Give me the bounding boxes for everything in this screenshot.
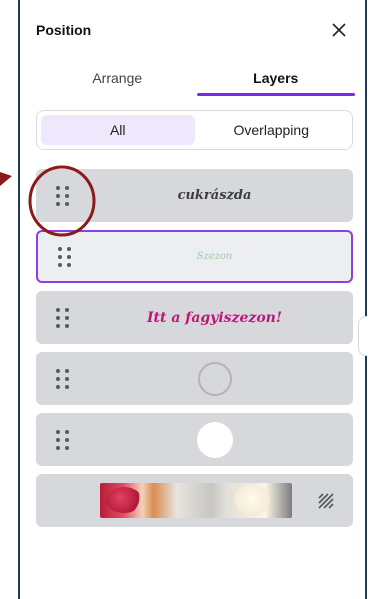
- tab-layers[interactable]: Layers: [196, 60, 356, 96]
- drag-handle-icon[interactable]: [56, 368, 70, 389]
- ring-shape-icon: [197, 361, 232, 396]
- close-button[interactable]: [327, 18, 351, 42]
- background-pattern-icon: [318, 492, 334, 509]
- position-panel: Position Arrange Layers All Overlapping …: [18, 0, 367, 599]
- layer-preview-text: cukrászda: [177, 188, 252, 203]
- panel-header: Position: [36, 14, 351, 46]
- layer-list: cukrászda Szezon Itt a fagyiszezon!: [36, 169, 353, 535]
- layer-preview-text: Szezon: [196, 251, 233, 262]
- circle-shape-icon: [196, 421, 233, 458]
- panel-collapse-handle[interactable]: [358, 316, 367, 356]
- filter-overlapping-button[interactable]: Overlapping: [195, 115, 349, 145]
- drag-handle-icon[interactable]: [56, 185, 70, 206]
- layer-filter: All Overlapping: [36, 110, 353, 150]
- tab-arrange[interactable]: Arrange: [38, 60, 197, 96]
- panel-title: Position: [36, 22, 92, 38]
- layer-item[interactable]: Itt a fagyiszezon!: [36, 291, 353, 344]
- layer-item-selected[interactable]: Szezon: [36, 230, 353, 283]
- layer-preview-text: Itt a fagyiszezon!: [147, 309, 282, 326]
- drag-handle-icon[interactable]: [58, 246, 72, 267]
- filter-all-button[interactable]: All: [41, 115, 195, 145]
- layer-item-background[interactable]: [36, 474, 353, 527]
- layer-item[interactable]: [36, 413, 353, 466]
- drag-handle-icon[interactable]: [56, 429, 70, 450]
- drag-handle-icon[interactable]: [56, 307, 70, 328]
- close-icon: [332, 23, 346, 37]
- panel-tabs: Arrange Layers: [38, 60, 355, 96]
- layer-item[interactable]: cukrászda: [36, 169, 353, 222]
- annotation-arrow-icon: [0, 172, 12, 186]
- background-photo-thumbnail: [100, 483, 292, 518]
- layer-item[interactable]: [36, 352, 353, 405]
